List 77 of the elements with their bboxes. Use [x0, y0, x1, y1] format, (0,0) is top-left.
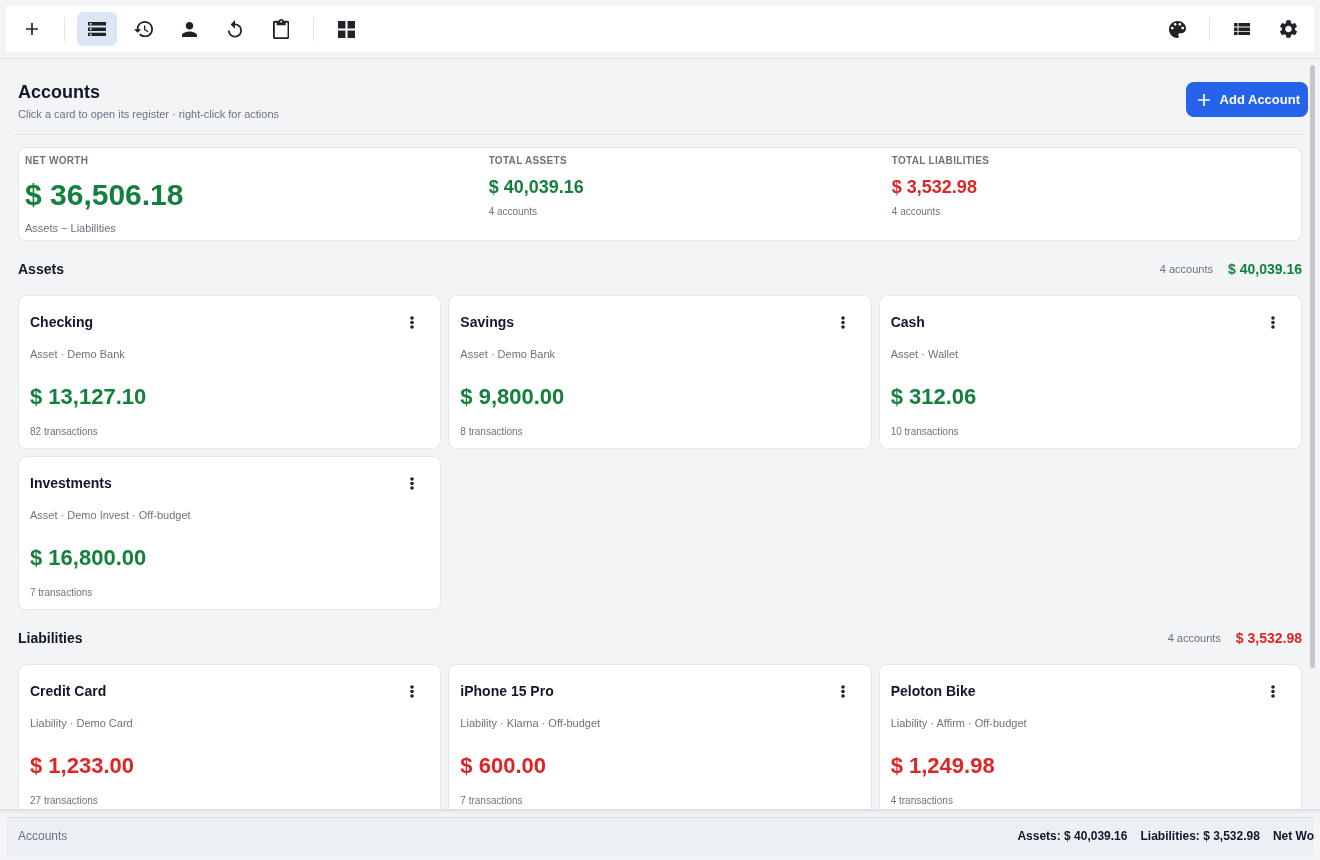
account-card[interactable]: Checking Asset · Demo Bank $ 13,127.10 82 transactions	[18, 295, 442, 449]
account-details: Liability · Affirm · Off-budget	[890, 716, 1028, 730]
section-total: $ 40,039.16	[1228, 260, 1302, 278]
summary-value: $ 36,506.18	[25, 177, 185, 213]
summary-note: 4 accounts	[488, 205, 538, 218]
account-count: 4 accounts	[1167, 631, 1221, 645]
account-card[interactable]: Credit Card Liability · Demo Card $ 1,233.00 27 transactions	[18, 664, 442, 809]
transaction-count: 10 transactions	[890, 425, 960, 438]
section-total: $ 3,532.98	[1235, 629, 1302, 647]
more-icon	[1271, 684, 1275, 698]
plus-icon	[1197, 93, 1210, 106]
account-card[interactable]: iPhone 15 Pro Liability · Klarna · Off-budget $ 600.00 7 transactions	[448, 664, 872, 809]
account-details: Liability · Demo Card	[30, 716, 134, 730]
more-icon	[840, 315, 845, 329]
more-icon	[410, 476, 415, 490]
transaction-count: 27 transactions	[30, 794, 99, 807]
summary-value: $ 40,039.16	[488, 176, 585, 198]
more-icon	[840, 684, 845, 698]
page-title: Accounts	[18, 81, 101, 103]
summary-label: TOTAL LIABILITIES	[891, 155, 991, 167]
summary-label: TOTAL ASSETS	[488, 155, 568, 167]
rotate-left-icon	[228, 20, 242, 38]
section-title: Liabilities	[18, 629, 83, 647]
status-text: Accounts	[18, 829, 68, 844]
account-details: Asset · Wallet	[890, 347, 960, 361]
transaction-count: 7 transactions	[460, 794, 524, 807]
more-icon	[410, 684, 415, 698]
account-details: Asset · Demo Invest · Off-budget	[30, 508, 192, 522]
account-card[interactable]: Investments Asset · Demo Invest · Off-budget $ 16,800.00 7 transactions	[18, 456, 442, 610]
account-balance: $ 13,127.10	[30, 383, 148, 411]
account-balance: $ 1,233.00	[30, 752, 135, 780]
server-icon	[88, 21, 106, 37]
grid-icon	[337, 20, 355, 38]
transaction-count: 82 transactions	[30, 425, 99, 438]
palette-icon	[1168, 20, 1186, 38]
account-card[interactable]: Peloton Bike Liability · Affirm · Off-budget $ 1,249.98 4 transactions	[878, 664, 1302, 809]
account-name: iPhone 15 Pro	[460, 682, 554, 700]
account-balance: $ 16,800.00	[30, 544, 148, 572]
settings-icon	[1279, 19, 1297, 39]
page-subtitle: Click a card to open its register · right-click for actions	[18, 107, 280, 122]
account-card[interactable]: Savings Asset · Demo Bank $ 9,800.00 8 transactions	[448, 295, 872, 449]
account-details: Asset · Demo Bank	[460, 347, 557, 361]
summary-label: NET WORTH	[25, 155, 90, 167]
history-icon	[133, 20, 153, 38]
account-balance: $ 600.00	[460, 752, 547, 780]
transaction-count: 8 transactions	[460, 425, 524, 438]
list-icon	[1234, 22, 1250, 36]
more-icon	[410, 315, 415, 329]
more-icon	[1271, 315, 1275, 329]
account-card[interactable]: Cash Asset · Wallet $ 312.06 10 transactions	[878, 295, 1302, 449]
account-count: 4 accounts	[1159, 262, 1214, 276]
plus-icon	[26, 23, 38, 35]
account-balance: $ 9,800.00	[460, 383, 566, 411]
clipboard-icon	[272, 19, 290, 39]
account-balance: $ 1,249.98	[890, 752, 996, 780]
account-name: Savings	[460, 313, 515, 331]
summary-value: $ 3,532.98	[891, 176, 978, 198]
person-icon	[181, 21, 197, 37]
account-name: Checking	[30, 313, 93, 331]
status-total: Net Wo	[1272, 829, 1314, 844]
add-account-button[interactable]: Add Account	[1185, 82, 1308, 117]
status-total: Liabilities: $ 3,532.98	[1140, 829, 1260, 844]
toolbar-button[interactable]	[77, 12, 117, 46]
account-name: Investments	[30, 474, 112, 492]
summary-note: Assets − Liabilities	[25, 221, 117, 235]
account-name: Cash	[890, 313, 925, 331]
account-name: Peloton Bike	[890, 682, 976, 700]
summary-note: 4 accounts	[891, 205, 942, 218]
scrollbar-thumb[interactable]	[1310, 65, 1315, 668]
transaction-count: 4 transactions	[890, 794, 954, 807]
section-title: Assets	[18, 260, 64, 278]
account-balance: $ 312.06	[890, 383, 978, 411]
account-name: Credit Card	[30, 682, 107, 700]
status-total: Assets: $ 40,039.16	[1017, 829, 1128, 844]
transaction-count: 7 transactions	[30, 586, 94, 599]
account-details: Liability · Klarna · Off-budget	[460, 716, 602, 730]
account-details: Asset · Demo Bank	[30, 347, 126, 361]
